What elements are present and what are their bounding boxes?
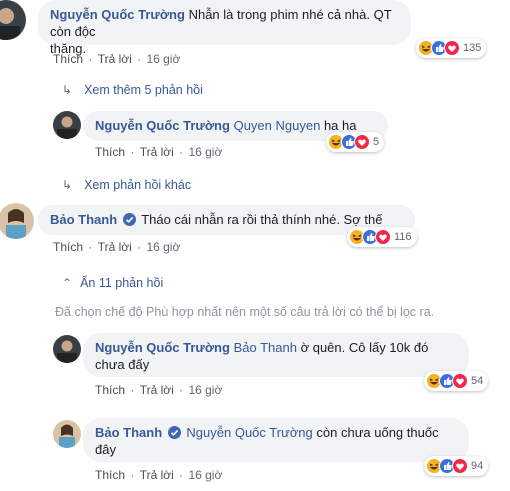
filter-note: Đã chọn chế độ Phù hợp nhất nên một số c… (55, 305, 435, 319)
comment-author[interactable]: Bảo Thanh (50, 212, 117, 227)
reaction-count: 5 (373, 136, 380, 148)
verified-badge-icon (122, 213, 136, 226)
hide-replies-label: Ẩn 11 phản hồi (80, 276, 164, 290)
love-icon (452, 373, 468, 389)
verified-badge-icon (167, 426, 181, 439)
comment-bubble: Nguyễn Quốc Trường Nhẫn là trong phim nh… (38, 0, 411, 56)
reply-text-cont: chưa đấy (95, 357, 150, 372)
view-more-label: Xem thêm 5 phản hồi (84, 83, 203, 97)
reactions-summary[interactable]: 94 (424, 456, 489, 476)
mention-link[interactable]: Nguyễn Quốc Trường (186, 425, 312, 440)
love-icon (375, 229, 391, 245)
avatar-bao-thanh[interactable] (0, 203, 34, 239)
reply-arrow-icon: ↳ (62, 178, 73, 192)
reply-author[interactable]: Nguyễn Quốc Trường (95, 118, 230, 133)
timestamp[interactable]: 16 giờ (188, 145, 222, 159)
like-link[interactable]: Thích (95, 145, 125, 159)
avatar-bao-thanh[interactable] (53, 420, 81, 448)
avatar-nguyen-quoc-truong[interactable] (53, 111, 81, 139)
comment-author[interactable]: Nguyễn Quốc Trường (50, 7, 185, 22)
reply-text: ha ha (323, 118, 357, 133)
view-more-replies[interactable]: ↳ Xem thêm 5 phản hồi (62, 83, 203, 97)
reaction-count: 116 (394, 231, 412, 243)
like-link[interactable]: Thích (95, 383, 125, 397)
reply-bubble: Bảo Thanh Nguyễn Quốc Trường còn chưa uố… (83, 418, 469, 462)
reactions-summary[interactable]: 135 (416, 38, 487, 58)
reaction-count: 54 (471, 375, 484, 387)
comment-text: Tháo cái nhẫn ra rồi thả thính nhé. Sợ t… (141, 212, 383, 227)
reactions-summary[interactable]: 54 (424, 371, 489, 391)
reply-author[interactable]: Nguyễn Quốc Trường (95, 340, 230, 355)
timestamp[interactable]: 16 giờ (188, 468, 222, 482)
reply-actions: Thích · Trả lời · 16 giờ (95, 383, 223, 397)
reply-link[interactable]: Trả lời (140, 468, 174, 482)
love-icon (444, 40, 460, 56)
reply-link[interactable]: Trả lời (140, 145, 174, 159)
reply-author[interactable]: Bảo Thanh (95, 425, 162, 440)
view-other-label: Xem phản hồi khác (84, 178, 192, 192)
reactions-summary[interactable]: 5 (326, 132, 385, 152)
love-icon (354, 134, 370, 150)
avatar-nguyen-quoc-truong[interactable] (53, 335, 81, 363)
reply-text: còn chưa uống thuốc (316, 425, 439, 440)
view-other-replies[interactable]: ↳ Xem phản hồi khác (62, 178, 191, 192)
reply-text-cont: đây (95, 442, 116, 457)
reply-arrow-icon: ↳ (62, 83, 73, 97)
comment-actions: Thích · Trả lời · 16 giờ (53, 240, 181, 254)
reply-link[interactable]: Trả lời (98, 240, 132, 254)
reply-text: ờ quên. Cô lấy 10k đó (300, 340, 429, 355)
timestamp[interactable]: 16 giờ (146, 240, 180, 254)
reply-actions: Thích · Trả lời · 16 giờ (95, 468, 223, 482)
reply-bubble: Nguyễn Quốc Trường Bảo Thanh ờ quên. Cô … (83, 333, 469, 377)
mention-link[interactable]: Bảo Thanh (234, 340, 297, 355)
like-link[interactable]: Thích (53, 240, 83, 254)
hide-replies[interactable]: ⌃ Ẩn 11 phản hồi (62, 276, 163, 290)
chevron-up-icon: ⌃ (62, 276, 73, 290)
reply-actions: Thích · Trả lời · 16 giờ (95, 145, 223, 159)
avatar-nguyen-quoc-truong[interactable] (0, 0, 26, 40)
timestamp[interactable]: 16 giờ (146, 52, 180, 66)
reply-link[interactable]: Trả lời (98, 52, 132, 66)
reactions-summary[interactable]: 116 (347, 227, 417, 247)
reaction-count: 94 (471, 460, 484, 472)
like-link[interactable]: Thích (53, 52, 83, 66)
love-icon (452, 458, 468, 474)
reply-link[interactable]: Trả lời (140, 383, 174, 397)
comment-actions: Thích · Trả lời · 16 giờ (53, 52, 181, 66)
reaction-count: 135 (463, 42, 482, 54)
timestamp[interactable]: 16 giờ (188, 383, 222, 397)
mention-link[interactable]: Quyen Nguyen (234, 118, 321, 133)
like-link[interactable]: Thích (95, 468, 125, 482)
